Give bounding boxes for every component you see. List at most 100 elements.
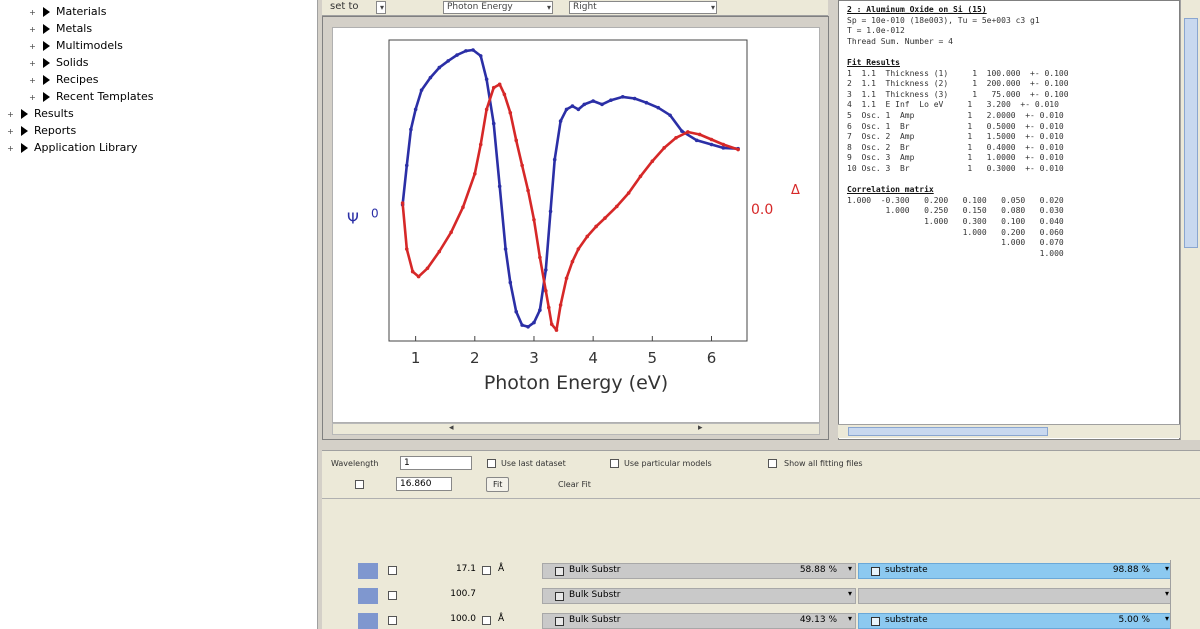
set-dropdown[interactable]: ▾ xyxy=(376,1,386,14)
xaxis-value: Photon Energy xyxy=(447,2,513,12)
data-point xyxy=(532,217,536,222)
output-vscrollbar[interactable] xyxy=(1180,0,1200,440)
chevron-down-icon[interactable]: ▾ xyxy=(848,564,852,573)
data-point xyxy=(497,184,502,189)
output-line: 1 1.1 Thickness (1) 1 100.000 +- 0.100 xyxy=(847,68,1069,78)
tree-item[interactable]: + Recipes xyxy=(28,72,98,88)
folder-arrow-icon xyxy=(43,92,50,102)
layer-enable-checkbox[interactable] xyxy=(388,591,397,600)
clear-fit-button[interactable]: Clear Fit xyxy=(558,480,591,489)
output-hscrollbar[interactable] xyxy=(838,424,1180,438)
tree-expand-icon[interactable]: + xyxy=(6,144,15,153)
data-point xyxy=(449,230,453,235)
data-point xyxy=(668,113,672,118)
component-dropdown[interactable]: substrate 5.00 % ▾ xyxy=(858,613,1173,629)
fit-button[interactable]: Fit xyxy=(486,477,510,492)
layer-thickness: 17.1 xyxy=(455,564,476,574)
show-files-label: Show all fitting files xyxy=(784,459,863,468)
material-dropdown[interactable]: Bulk Substr 58.88 % ▾ xyxy=(542,563,856,579)
row-selector[interactable] xyxy=(358,613,378,629)
plot-area[interactable]: 1 2 3 4 5 6 Photon Energy (eV) Ψ 0 Δ 0.0 xyxy=(332,27,820,423)
data-point xyxy=(544,289,548,293)
plot-hscrollbar[interactable]: ◂ ▸ xyxy=(332,423,820,435)
tree-expand-icon[interactable]: + xyxy=(28,59,37,68)
data-point xyxy=(503,247,508,251)
tree-expand-icon[interactable]: + xyxy=(28,25,37,34)
mse-field[interactable]: 16.860 xyxy=(396,477,452,491)
data-point xyxy=(638,174,643,179)
tree-item-label: Recent Templates xyxy=(56,90,154,103)
data-point xyxy=(520,163,524,168)
data-point xyxy=(544,268,548,272)
model-row[interactable]: 100.7 Bulk Substr ▾ ▾ xyxy=(358,588,1173,604)
fit-vary-checkbox[interactable] xyxy=(482,566,491,575)
tree-item[interactable]: + Metals xyxy=(28,21,92,37)
fit-options: Wavelength 1 Use last dataset Use partic… xyxy=(322,450,1200,498)
mse-checkbox[interactable] xyxy=(355,480,364,489)
fit-output-panel[interactable]: 2 : Aluminum_Oxide_on_Si (15) Sp = 10e-01… xyxy=(838,0,1180,440)
use-models-checkbox[interactable] xyxy=(610,459,619,468)
show-files-checkbox[interactable] xyxy=(768,459,777,468)
side-dropdown[interactable]: Right ▾ xyxy=(569,1,717,14)
material-name: Bulk Substr xyxy=(569,565,621,575)
chevron-down-icon[interactable]: ▾ xyxy=(848,614,852,623)
data-point xyxy=(626,191,631,195)
tree-item[interactable]: + Application Library xyxy=(6,140,137,156)
xaxis-dropdown[interactable]: Photon Energy ▾ xyxy=(443,1,553,14)
tree-item-label: Reports xyxy=(34,124,77,137)
chevron-down-icon[interactable]: ▾ xyxy=(1165,564,1169,573)
range-input[interactable]: 1 xyxy=(400,456,472,470)
tree-expand-icon[interactable]: + xyxy=(6,127,15,136)
data-point xyxy=(656,105,661,110)
data-point xyxy=(455,53,459,57)
tree-item[interactable]: + Multimodels xyxy=(28,38,123,54)
output-vscroll-thumb[interactable] xyxy=(1184,18,1198,248)
data-point xyxy=(508,110,513,115)
material-dropdown[interactable]: Bulk Substr ▾ xyxy=(542,588,856,604)
fit-vary-checkbox[interactable] xyxy=(482,616,491,625)
tree-item[interactable]: + Reports xyxy=(6,123,76,139)
tree-item[interactable]: + Materials xyxy=(28,4,106,20)
model-row[interactable]: 100.0 Å Bulk Substr 49.13 % ▾ substrate 5.00 %… xyxy=(358,613,1173,629)
tree-expand-icon[interactable]: + xyxy=(28,76,37,85)
component-color-swatch xyxy=(871,567,880,576)
chevron-down-icon[interactable]: ▾ xyxy=(1165,589,1169,598)
chevron-down-icon[interactable]: ▾ xyxy=(848,589,852,598)
material-fraction: 58.88 % xyxy=(799,565,837,575)
model-row[interactable]: 17.1 Å Bulk Substr 58.88 % ▾ substrate 98.88 %… xyxy=(358,563,1173,579)
data-point xyxy=(546,305,551,310)
grid-vscrollbar[interactable] xyxy=(1170,560,1184,629)
tree-expand-icon[interactable]: + xyxy=(6,110,15,119)
tree-item[interactable]: + Recent Templates xyxy=(28,89,153,105)
data-point xyxy=(404,163,409,168)
tree-expand-icon[interactable]: + xyxy=(28,42,37,51)
layer-enable-checkbox[interactable] xyxy=(388,566,397,575)
tree-expand-icon[interactable]: + xyxy=(28,93,37,102)
tree-item[interactable]: + Results xyxy=(6,106,74,122)
tree-expand-icon[interactable]: + xyxy=(28,8,37,17)
row-selector[interactable] xyxy=(358,588,378,604)
x-tick-label: 6 xyxy=(707,349,717,367)
scroll-right-arrow[interactable]: ▸ xyxy=(698,423,703,433)
component-dropdown[interactable]: substrate 98.88 % ▾ xyxy=(858,563,1173,579)
material-dropdown[interactable]: Bulk Substr 49.13 % ▾ xyxy=(542,613,856,629)
data-point xyxy=(632,96,637,101)
x-tick-label: 2 xyxy=(470,349,480,367)
material-color-swatch xyxy=(555,617,564,626)
tree-item[interactable]: + Solids xyxy=(28,55,88,71)
output-hscroll-thumb[interactable] xyxy=(848,427,1048,436)
chevron-down-icon[interactable]: ▾ xyxy=(1165,614,1169,623)
x-tick-label: 1 xyxy=(411,349,421,367)
material-name: Bulk Substr xyxy=(569,590,621,600)
layer-enable-checkbox[interactable] xyxy=(388,616,397,625)
scroll-left-arrow[interactable]: ◂ xyxy=(449,423,454,433)
data-point xyxy=(564,107,569,112)
data-point xyxy=(473,171,477,176)
data-point xyxy=(736,147,740,152)
output-line: Thread Sum. Number = 4 xyxy=(847,36,953,46)
use-last-dataset-checkbox[interactable] xyxy=(487,459,496,468)
output-line: 6 Osc. 1 Br 1 0.5000 +- 0.010 xyxy=(847,121,1064,131)
component-dropdown[interactable]: ▾ xyxy=(858,588,1173,604)
row-selector[interactable] xyxy=(358,563,378,579)
plot-panel: 1 2 3 4 5 6 Photon Energy (eV) Ψ 0 Δ 0.0 ◂ ▸ xyxy=(322,16,829,440)
